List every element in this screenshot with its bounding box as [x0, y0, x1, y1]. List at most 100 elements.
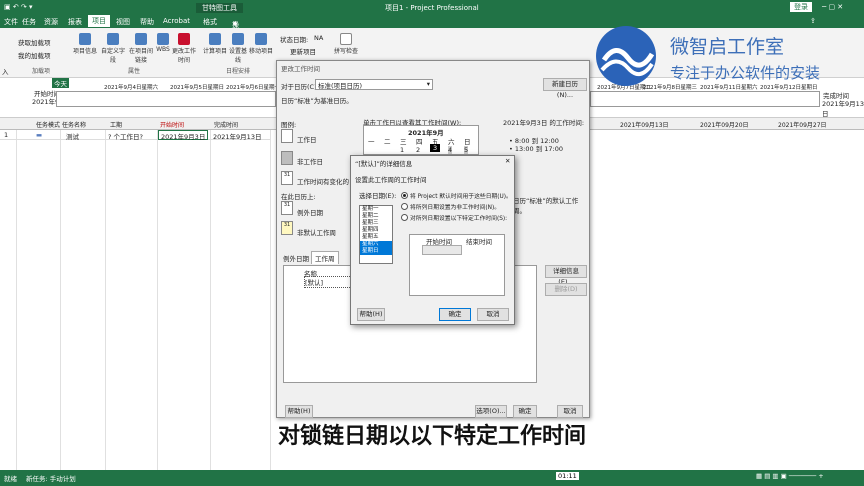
- task-start[interactable]: 2021年9月3日: [158, 130, 209, 141]
- col-start[interactable]: 开始时间: [160, 120, 184, 129]
- col-mode[interactable]: 任务模式: [36, 120, 60, 129]
- get-addins-button[interactable]: 获取加载项: [18, 37, 51, 47]
- ok-button[interactable]: 确定: [513, 405, 537, 418]
- list-item[interactable]: 星期一: [360, 206, 392, 213]
- weekday: 日: [464, 138, 471, 146]
- window-title: 项目1 - Project Professional: [385, 4, 479, 12]
- timeline-finish-date: 2021年9月13日: [822, 100, 864, 118]
- details-help-button[interactable]: 帮助(H): [357, 308, 385, 321]
- tab-task[interactable]: 任务: [22, 17, 36, 27]
- update-project-button[interactable]: 更新项目: [290, 46, 316, 56]
- calc-project-button[interactable]: 计算项目: [203, 33, 227, 55]
- tab-exceptions[interactable]: 例外日期: [283, 253, 309, 263]
- radio-default[interactable]: [401, 192, 408, 199]
- move-project-button[interactable]: 移动项目: [249, 33, 273, 55]
- list-item[interactable]: 星期六: [360, 241, 392, 248]
- calendar-select[interactable]: 标准(项目日历) ▾: [315, 79, 433, 90]
- month-calendar[interactable]: 2021年9月 一 二 三 四 五 六 日 1 2 3 4 5: [363, 125, 479, 155]
- tab-file[interactable]: 文件: [4, 17, 18, 27]
- list-item[interactable]: 星期四: [360, 227, 392, 234]
- brand-watermark: 微智启工作室 专注于办公软件的安装: [590, 22, 864, 90]
- change-worktime-button[interactable]: 更改工作时间: [172, 33, 196, 64]
- delete-button[interactable]: 删除(D): [545, 283, 587, 296]
- radio-specific-label: 对所列日期设置以下特定工作时间(S):: [410, 216, 508, 222]
- col-duration[interactable]: 工期: [110, 120, 122, 129]
- spell-check-button[interactable]: 拼写检查: [334, 33, 358, 55]
- custom-fields-button[interactable]: 自定义字段: [99, 33, 127, 64]
- radio-nonworking[interactable]: [401, 203, 408, 210]
- timeline-bar-right[interactable]: [590, 91, 820, 107]
- details-button[interactable]: 详细信息(E)...: [545, 265, 587, 286]
- task-finish[interactable]: 2021年9月13日: [213, 131, 261, 141]
- time-cell[interactable]: [422, 245, 462, 255]
- status-date-value[interactable]: NA: [314, 34, 323, 42]
- brand-title: 微智启工作室: [670, 36, 785, 58]
- cancel-button[interactable]: 取消: [557, 405, 583, 418]
- for-calendar-label: 对于日历(C):: [281, 83, 319, 91]
- details-subtitle: 设置此工作周的工作时间: [355, 176, 427, 184]
- window-controls[interactable]: ─ ▢ ✕: [822, 3, 843, 11]
- details-cancel-button[interactable]: 取消: [477, 308, 509, 321]
- timeline-date: 2021年9月6日星期一: [226, 85, 280, 91]
- details-ok-button[interactable]: 确定: [439, 308, 471, 321]
- ribbon-left-label: 入: [2, 68, 9, 76]
- wbs-icon: [157, 33, 169, 45]
- tab-format[interactable]: 格式: [203, 17, 217, 27]
- group-props: 属性: [128, 68, 141, 75]
- list-item[interactable]: 星期三: [360, 220, 392, 227]
- details-title: “[默认]”的详细信息: [355, 160, 413, 168]
- calendar-day-selected[interactable]: 3: [430, 144, 441, 152]
- list-item[interactable]: 星期二: [360, 213, 392, 220]
- table-row[interactable]: 1 ▬ 测试 ? 个工作日? 2021年9月3日 2021年9月13日: [0, 130, 270, 141]
- radio-specific[interactable]: [401, 214, 408, 221]
- legend-exception-swatch: 31: [281, 201, 293, 215]
- calendar-day[interactable]: 4: [448, 146, 453, 154]
- wbs-button[interactable]: WBS: [155, 33, 171, 53]
- login-button[interactable]: 登录: [790, 2, 812, 12]
- help-button[interactable]: 帮助(H): [285, 405, 313, 418]
- options-button[interactable]: 选项(O)...: [475, 405, 507, 418]
- title-bar: ▣ ↶ ↷ ▾ 甘特图工具 项目1 - Project Professional…: [0, 0, 864, 14]
- timeline-bar[interactable]: [56, 91, 276, 107]
- close-icon[interactable]: ✕: [505, 157, 510, 165]
- date-label: 2021年9月3日 的工作时间:: [503, 119, 585, 127]
- view-shortcuts-icon[interactable]: ▦ ▤ ▥ ▣ ─────── +: [756, 472, 824, 480]
- baseline-button[interactable]: 设置基线: [228, 33, 248, 64]
- project-info-button[interactable]: 项目信息: [72, 33, 98, 55]
- links-button[interactable]: 在项目间链接: [128, 33, 154, 64]
- baseline-icon: [232, 33, 244, 45]
- worktime-table[interactable]: 开始时间 结束时间: [409, 234, 505, 296]
- calendar-day[interactable]: 2: [416, 146, 420, 154]
- my-addins-button[interactable]: 我的加载项: [18, 50, 51, 60]
- col-finish[interactable]: 完成时间: [214, 120, 238, 129]
- group-schedule: 日程安排: [226, 68, 251, 75]
- status-new-task[interactable]: 新任务: 手动计划: [26, 473, 76, 483]
- new-calendar-button[interactable]: 新建日历(N)...: [543, 78, 587, 99]
- save-icon[interactable]: ▣ ↶ ↷ ▾: [4, 3, 33, 11]
- tab-resource[interactable]: 资源: [44, 17, 58, 27]
- tab-workweek[interactable]: 工作周: [311, 251, 339, 264]
- brand-logo-icon: [596, 26, 656, 86]
- tab-view[interactable]: 视图: [116, 17, 130, 27]
- list-item[interactable]: 星期五: [360, 234, 392, 241]
- tab-help[interactable]: 帮助: [140, 17, 154, 27]
- tab-project[interactable]: 项目: [88, 15, 110, 27]
- weekday: 二: [384, 138, 391, 146]
- day-list[interactable]: 星期一 星期二 星期三 星期四 星期五 星期六 星期日: [359, 205, 393, 264]
- status-ready: 就绪: [4, 475, 17, 483]
- legend-working: 工作日: [297, 136, 317, 144]
- task-name[interactable]: 测试: [66, 131, 79, 141]
- col-name[interactable]: 任务名称: [62, 120, 86, 129]
- context-tool-label: 甘特图工具: [196, 3, 243, 13]
- task-duration[interactable]: ? 个工作日?: [108, 131, 143, 141]
- row-number: 1: [4, 131, 9, 139]
- details-dialog: “[默认]”的详细信息 ✕ 设置此工作周的工作时间 选择日期(E): 星期一 星…: [350, 155, 515, 325]
- tab-report[interactable]: 报表: [68, 17, 82, 27]
- calendar-day[interactable]: 5: [464, 146, 469, 154]
- list-item[interactable]: 星期日: [360, 248, 392, 255]
- legend-label: 图例:: [281, 121, 297, 129]
- tab-acrobat[interactable]: Acrobat: [163, 17, 190, 25]
- calendar-day[interactable]: 1: [400, 146, 404, 154]
- calendar-icon: [178, 33, 190, 45]
- default-row[interactable]: [默认]: [304, 276, 352, 288]
